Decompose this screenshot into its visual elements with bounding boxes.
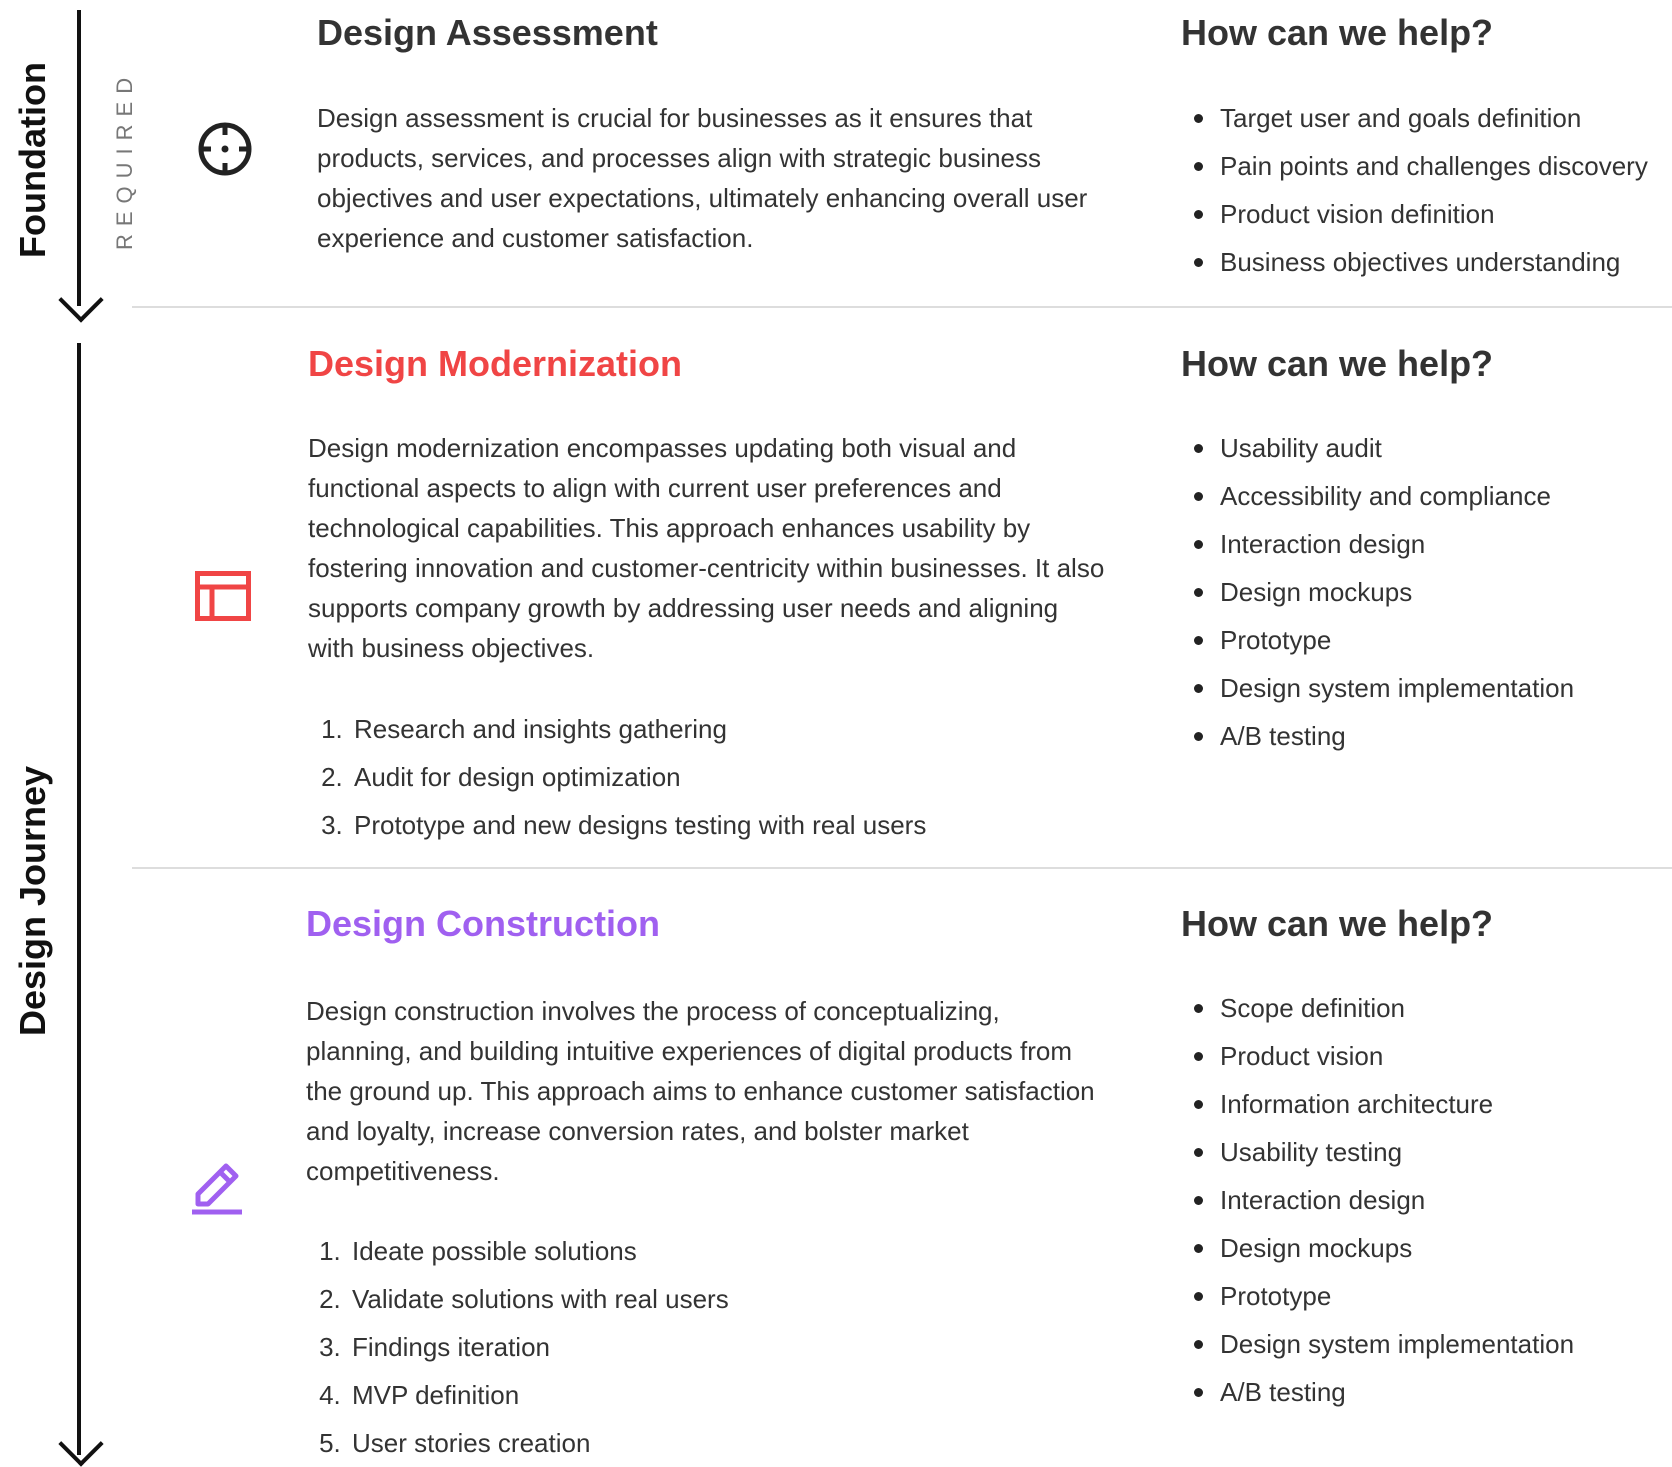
- steps-list: Research and insights gathering Audit fo…: [308, 705, 926, 849]
- section-title: Design Construction: [306, 903, 661, 944]
- help-item: A/B testing: [1193, 1368, 1574, 1416]
- step-item: Validate solutions with real users: [348, 1275, 729, 1323]
- help-item: Usability testing: [1193, 1128, 1574, 1176]
- help-title: How can we help?: [1181, 343, 1494, 384]
- foundation-arrow-icon: [58, 277, 104, 323]
- journey-timeline-line: [77, 343, 81, 1455]
- step-item: Prototype and new designs testing with r…: [350, 801, 926, 849]
- help-item: Target user and goals definition: [1194, 94, 1648, 142]
- required-label: REQUIRED: [112, 69, 137, 250]
- help-item: Prototype: [1193, 616, 1574, 664]
- section-description: Design assessment is crucial for busines…: [317, 103, 1088, 253]
- foundation-timeline-line: [77, 10, 81, 306]
- section-title: Design Assessment: [317, 12, 658, 53]
- help-item: Pain points and challenges discovery: [1194, 142, 1648, 190]
- help-item: Interaction design: [1193, 520, 1574, 568]
- crosshair-icon: [198, 122, 252, 176]
- help-item: Design mockups: [1193, 1224, 1574, 1272]
- step-item: Research and insights gathering: [350, 705, 926, 753]
- pencil-icon: [192, 1163, 242, 1215]
- help-item: Design system implementation: [1193, 664, 1574, 712]
- section-divider: [132, 306, 1672, 308]
- section-description: Design modernization encompasses updatin…: [308, 433, 1105, 663]
- help-item: Product vision: [1193, 1032, 1574, 1080]
- design-journey-label: Design Journey: [12, 765, 53, 1036]
- step-item: Findings iteration: [348, 1323, 729, 1371]
- step-item: Ideate possible solutions: [348, 1227, 729, 1275]
- help-title: How can we help?: [1181, 903, 1494, 944]
- help-item: Interaction design: [1193, 1176, 1574, 1224]
- step-item: User stories creation: [348, 1419, 729, 1467]
- section-description: Design construction involves the process…: [306, 996, 1095, 1186]
- help-item: Prototype: [1193, 1272, 1574, 1320]
- help-list: Scope definition Product vision Informat…: [1182, 984, 1574, 1416]
- help-item: Accessibility and compliance: [1193, 472, 1574, 520]
- help-list: Usability audit Accessibility and compli…: [1182, 424, 1574, 760]
- help-item: Product vision definition: [1194, 190, 1648, 238]
- section-divider: [132, 867, 1672, 869]
- foundation-label: Foundation: [12, 62, 53, 258]
- help-list: Target user and goals definition Pain po…: [1182, 94, 1648, 286]
- help-item: A/B testing: [1193, 712, 1574, 760]
- help-item: Business objectives understanding: [1194, 238, 1648, 286]
- help-title: How can we help?: [1181, 12, 1494, 53]
- section-title: Design Modernization: [308, 343, 683, 384]
- layout-icon: [195, 571, 251, 621]
- steps-list: Ideate possible solutions Validate solut…: [306, 1227, 729, 1467]
- step-item: Audit for design optimization: [350, 753, 926, 801]
- help-item: Design system implementation: [1193, 1320, 1574, 1368]
- help-item: Usability audit: [1193, 424, 1574, 472]
- help-item: Design mockups: [1193, 568, 1574, 616]
- help-item: Information architecture: [1193, 1080, 1574, 1128]
- help-item: Scope definition: [1193, 984, 1574, 1032]
- step-item: MVP definition: [348, 1371, 729, 1419]
- journey-arrow-icon: [58, 1421, 104, 1467]
